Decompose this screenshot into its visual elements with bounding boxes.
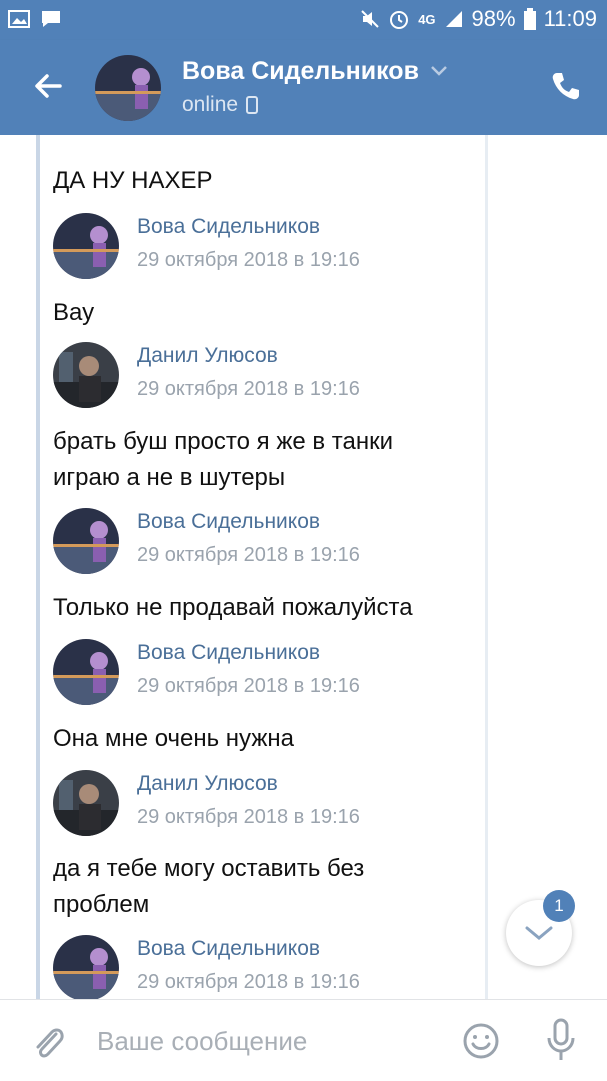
chat-header: Вова Сидельников online [0, 40, 607, 135]
call-button[interactable] [550, 70, 582, 107]
message-input[interactable]: Ваше сообщение [97, 1026, 307, 1057]
contact-avatar[interactable] [95, 55, 161, 121]
message-composer: Ваше сообщение [0, 999, 607, 1081]
message-header: Вова Сидельников 29 октября 2018 в 19:16 [53, 935, 360, 999]
message-header: Вова Сидельников 29 октября 2018 в 19:16 [53, 508, 360, 574]
chevron-down-icon[interactable] [430, 64, 448, 82]
status-bar: 4G 98% 11:09 [0, 0, 607, 40]
signal-icon [444, 9, 464, 29]
network-type: 4G [418, 11, 436, 27]
sender-name[interactable]: Вова Сидельников [137, 641, 360, 665]
avatar[interactable] [53, 639, 119, 705]
avatar[interactable] [53, 935, 119, 999]
message-header: Вова Сидельников 29 октября 2018 в 19:16 [53, 639, 360, 705]
forwarded-messages-block: ДА НУ НАХЕР Вова Сидельников 29 октября … [36, 135, 488, 999]
attach-button[interactable] [30, 1022, 66, 1067]
avatar[interactable] [53, 508, 119, 574]
clock: 11:09 [543, 6, 597, 31]
microphone-icon [547, 1018, 575, 1060]
message-date: 29 октября 2018 в 19:16 [137, 675, 360, 697]
message-date: 29 октября 2018 в 19:16 [137, 544, 360, 566]
message-date: 29 октября 2018 в 19:16 [137, 806, 360, 828]
mute-icon [360, 9, 380, 29]
alarm-icon [388, 8, 410, 30]
message-text: Только не продавай пожалуйста [53, 594, 413, 621]
paperclip-icon [36, 1028, 64, 1058]
message-date: 29 октября 2018 в 19:16 [137, 378, 360, 400]
sender-name[interactable]: Вова Сидельников [137, 510, 360, 534]
sender-name[interactable]: Данил Улюсов [137, 344, 360, 368]
contact-status: online [182, 93, 259, 117]
arrow-left-icon [35, 74, 62, 98]
sender-name[interactable]: Вова Сидельников [137, 937, 360, 961]
contact-name[interactable]: Вова Сидельников [182, 57, 419, 86]
message-text: Вау [53, 299, 95, 326]
sender-name[interactable]: Данил Улюсов [137, 772, 360, 796]
emoji-button[interactable] [462, 1022, 500, 1065]
message-header: Данил Улюсов 29 октября 2018 в 19:16 [53, 342, 360, 408]
message-header: Вова Сидельников 29 октября 2018 в 19:16 [53, 213, 360, 279]
online-label: online [182, 93, 239, 116]
message-text: играю а не в шутеры [53, 464, 286, 491]
unread-badge: 1 [543, 890, 575, 922]
battery-level: 98% [471, 6, 516, 31]
avatar[interactable] [53, 213, 119, 279]
avatar[interactable] [53, 770, 119, 836]
message-text: брать буш просто я же в танки [53, 428, 394, 455]
smile-icon [463, 1023, 499, 1059]
message-header: Данил Улюсов 29 октября 2018 в 19:16 [53, 770, 360, 836]
phone-icon [552, 73, 579, 100]
message-text: Она мне очень нужна [53, 725, 294, 752]
gallery-notification-icon [8, 8, 30, 30]
battery-icon [523, 8, 536, 30]
forward-indicator-line [36, 135, 40, 999]
message-text: ДА НУ НАХЕР [53, 167, 213, 194]
sender-name[interactable]: Вова Сидельников [137, 215, 360, 239]
message-notification-icon [40, 8, 62, 30]
message-date: 29 октября 2018 в 19:16 [137, 249, 360, 271]
avatar[interactable] [53, 342, 119, 408]
voice-message-button[interactable] [545, 1018, 577, 1067]
back-button[interactable] [30, 68, 66, 104]
message-text: проблем [53, 891, 150, 918]
divider [485, 135, 488, 999]
chat-area[interactable]: ДА НУ НАХЕР Вова Сидельников 29 октября … [0, 135, 607, 999]
mobile-icon [246, 96, 259, 114]
message-text: да я тебе могу оставить без [53, 855, 365, 882]
message-date: 29 октября 2018 в 19:16 [137, 971, 360, 993]
